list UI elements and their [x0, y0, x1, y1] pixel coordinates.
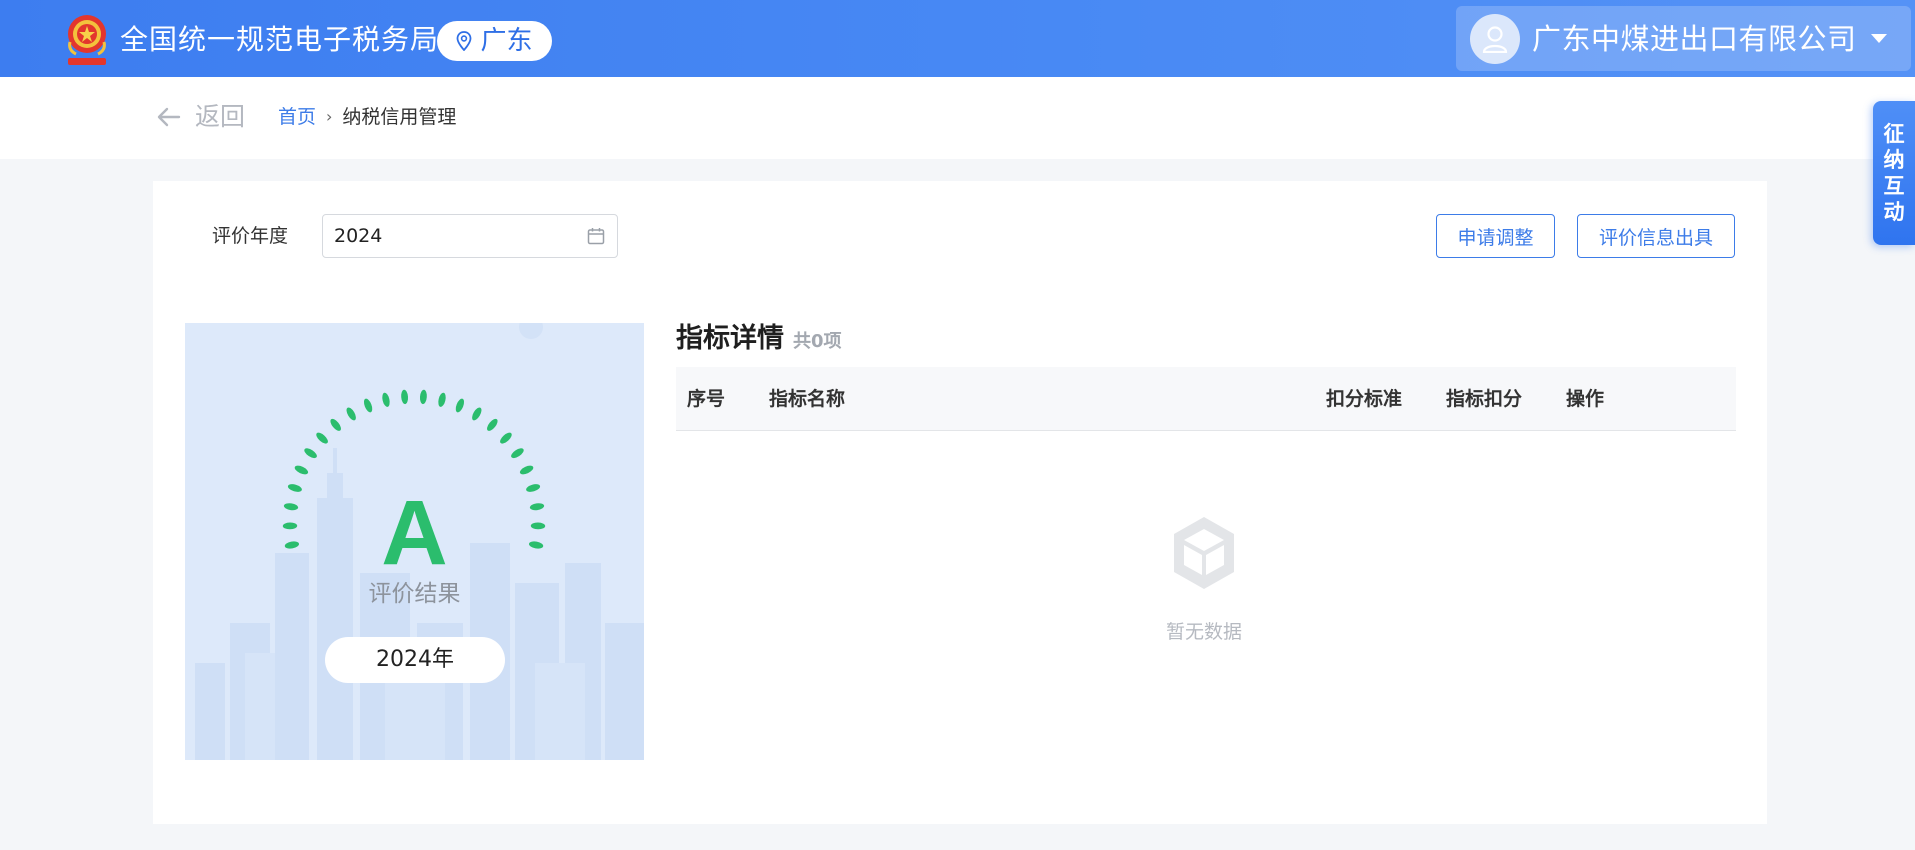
column-header-standard: 扣分标准 [1326, 388, 1403, 410]
dial-dot [511, 448, 524, 459]
apply-adjust-button[interactable]: 申请调整 [1436, 214, 1555, 258]
year-picker-input[interactable]: 2024 [322, 214, 618, 258]
column-header-index: 序号 [687, 388, 726, 410]
back-button[interactable]: 返回 [157, 100, 245, 134]
issue-info-button[interactable]: 评价信息出具 [1577, 214, 1735, 258]
dial-dot [455, 398, 465, 413]
result-year-badge: 2024年 [325, 637, 505, 683]
grade-caption: 评价结果 [368, 581, 461, 607]
credit-result-panel: A 评价结果 2024年 [185, 323, 644, 760]
empty-box-icon [1174, 517, 1234, 589]
detail-table-header: 序号 指标名称 扣分标准 指标扣分 操作 [676, 367, 1736, 431]
region-selector[interactable]: 广东 [437, 21, 552, 61]
detail-header: 指标详情 共0项 [676, 321, 842, 357]
company-account-menu[interactable]: 广东中煤进出口有限公司 [1456, 6, 1911, 71]
detail-count: 共0项 [793, 331, 842, 352]
dial-dot [419, 389, 427, 405]
site-title: 全国统一规范电子税务局 [120, 23, 440, 56]
tax-emblem-icon[interactable] [64, 12, 110, 68]
region-label: 广东 [480, 26, 533, 56]
column-header-name: 指标名称 [769, 388, 846, 410]
breadcrumb-separator: › [326, 107, 333, 126]
dial-dot [294, 465, 309, 475]
back-label: 返回 [195, 102, 246, 131]
year-value: 2024 [334, 225, 383, 247]
breadcrumb-current: 纳税信用管理 [342, 106, 457, 128]
dial-dot [500, 432, 512, 444]
dial-dot [382, 392, 390, 407]
detail-title: 指标详情 [676, 323, 784, 354]
dial-dot [346, 407, 356, 421]
breadcrumb: 首页 › 纳税信用管理 [278, 105, 456, 129]
interaction-side-tab[interactable]: 征纳互动 [1873, 101, 1915, 245]
side-tab-label: 征纳互动 [1883, 122, 1905, 224]
user-avatar-icon [1470, 13, 1520, 64]
column-header-action: 操作 [1566, 388, 1605, 410]
column-header-deduction: 指标扣分 [1446, 388, 1523, 410]
dial-dot [363, 398, 373, 413]
dial-dot [401, 389, 409, 405]
credit-main-card: 评价年度 2024 申请调整 评价信息出具 A 评价结果 2024年 指标详情 … [153, 181, 1767, 824]
year-label: 评价年度 [212, 225, 289, 247]
breadcrumb-home-link[interactable]: 首页 [278, 105, 316, 129]
arrow-left-icon [157, 107, 181, 127]
dial-dot [472, 407, 482, 421]
dial-dot [487, 418, 498, 431]
dial-dot [330, 418, 341, 431]
calendar-icon[interactable] [587, 227, 605, 245]
dial-dot [304, 448, 317, 459]
location-pin-icon [457, 31, 472, 51]
dial-dot [519, 465, 534, 475]
empty-state-text: 暂无数据 [1165, 621, 1242, 643]
credit-grade: A [381, 482, 448, 584]
caret-down-icon [1870, 34, 1887, 43]
breadcrumb-bar: 返回 首页 › 纳税信用管理 [0, 77, 1915, 159]
dial-dot [316, 432, 328, 444]
company-name: 广东中煤进出口有限公司 [1532, 21, 1857, 56]
dial-dot [438, 392, 446, 407]
top-header: 全国统一规范电子税务局 广东 广东中煤进出口有限公司 [0, 0, 1915, 77]
